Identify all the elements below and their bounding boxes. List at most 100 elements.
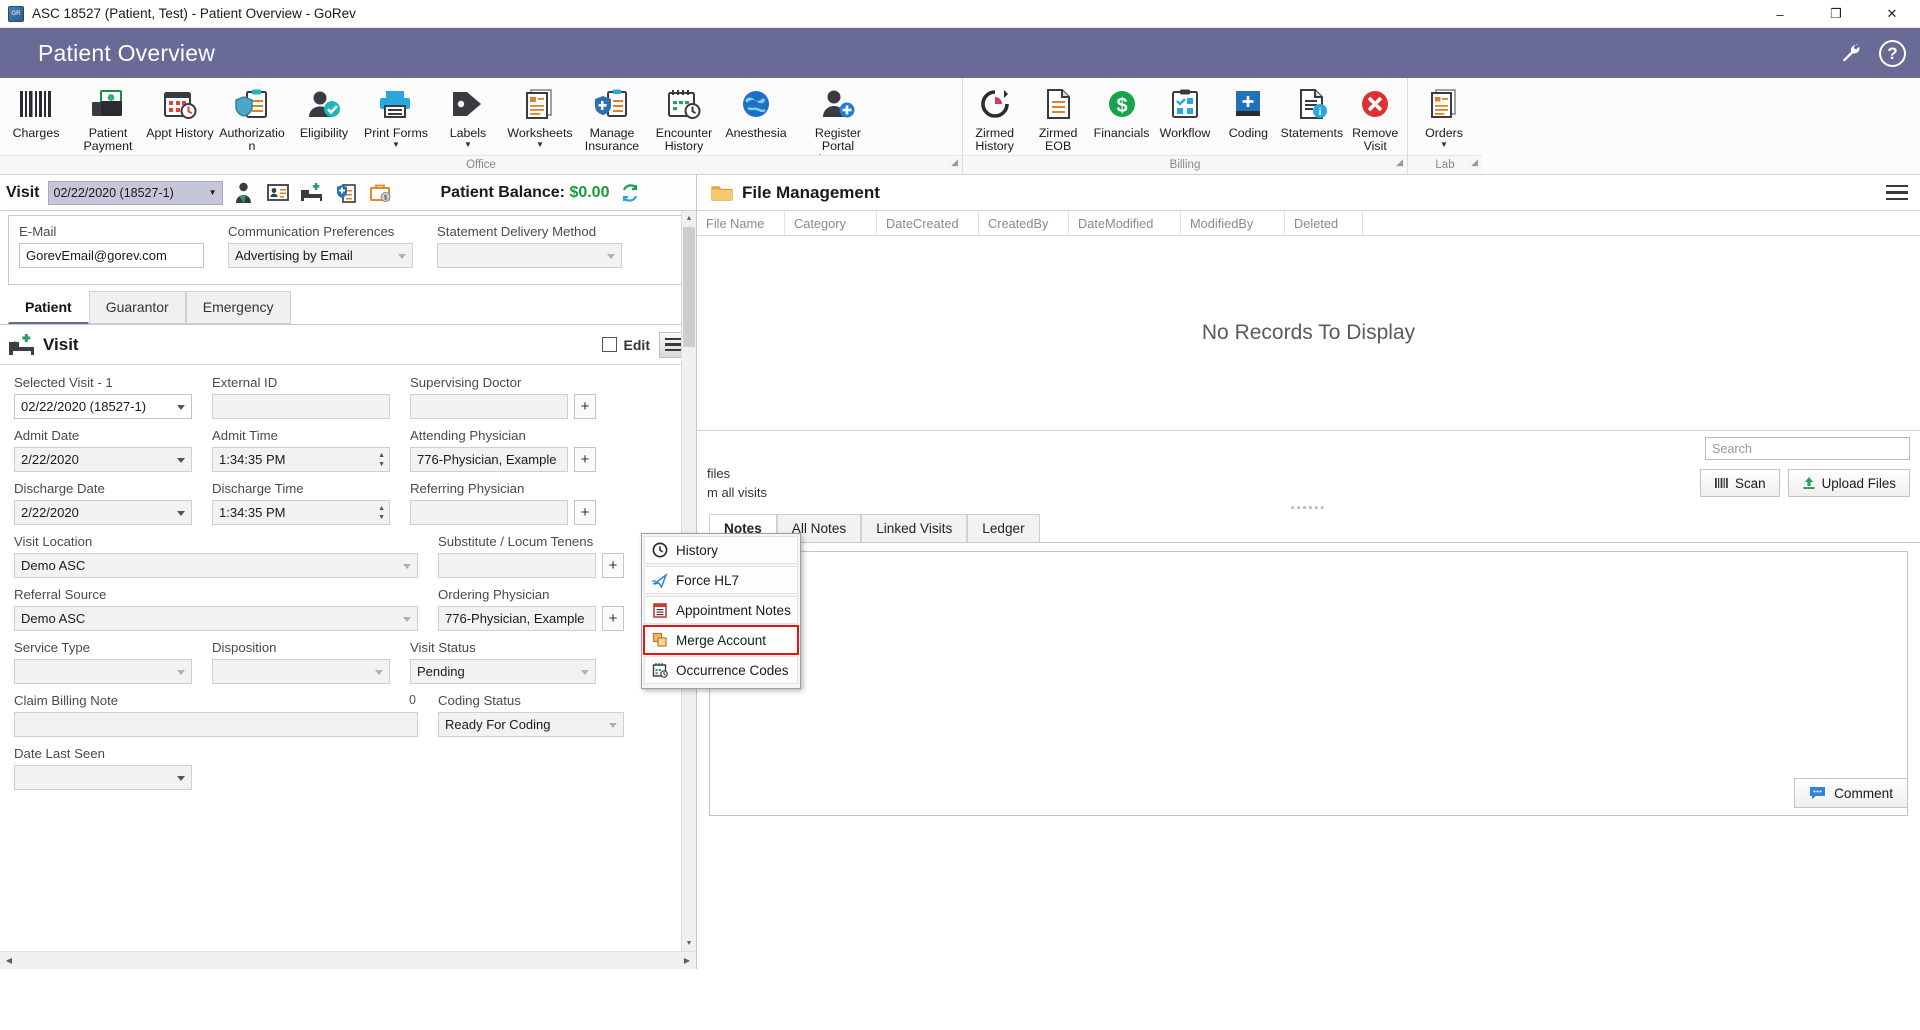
help-icon[interactable]: ? — [1879, 39, 1906, 67]
chevron-down-icon[interactable]: ▼ — [536, 140, 544, 149]
chevron-down-icon[interactable]: ▼ — [464, 140, 472, 149]
chevron-down-icon[interactable]: ▼ — [1440, 140, 1448, 149]
file-management-menu-button[interactable] — [1886, 184, 1908, 201]
dialog-launcher-icon[interactable]: ◢ — [1396, 153, 1403, 172]
vertical-scroll-thumb[interactable] — [683, 227, 695, 347]
statement-delivery-combo[interactable] — [437, 243, 622, 268]
upload-files-button[interactable]: Upload Files — [1787, 469, 1910, 497]
discharge-date-input[interactable]: 2/22/2020 — [14, 500, 192, 525]
ribbon-button-print-forms[interactable]: Print Forms ▼ — [360, 78, 432, 149]
visit-status-combo[interactable]: Pending — [410, 659, 596, 684]
referral-source-combo[interactable]: Demo ASC — [14, 606, 418, 631]
ribbon-button-charges[interactable]: Charges — [0, 78, 72, 140]
scan-button[interactable]: Scan — [1700, 469, 1780, 497]
date-last-seen-combo[interactable] — [14, 765, 192, 790]
ribbon-button-workflow[interactable]: Workflow — [1153, 78, 1216, 140]
scroll-down-icon[interactable]: ▼ — [682, 936, 696, 951]
ribbon-button-manage-insurance[interactable]: Manage Insurance — [576, 78, 648, 153]
add-attending-physician-button[interactable]: + — [574, 447, 596, 472]
tab-linked-visits[interactable]: Linked Visits — [861, 514, 968, 542]
visit-selector-combo[interactable]: 02/22/2020 (18527-1) ▼ — [47, 180, 223, 205]
chevron-down-icon[interactable]: ▼ — [392, 140, 400, 149]
column-header-file-name[interactable]: File Name — [697, 211, 785, 235]
ribbon-button-remove-visit[interactable]: Remove Visit ▼ — [1344, 78, 1407, 162]
column-header-datemodified[interactable]: DateModified — [1069, 211, 1181, 235]
ribbon-button-statements[interactable]: i Statements — [1280, 78, 1343, 140]
selected-visit-combo[interactable]: 02/22/2020 (18527-1) — [14, 394, 192, 419]
ribbon-button-labels[interactable]: Labels ▼ — [432, 78, 504, 149]
tab-emergency[interactable]: Emergency — [185, 291, 291, 324]
ribbon-button-appt-history[interactable]: Appt History — [144, 78, 216, 140]
coding-status-combo[interactable]: Ready For Coding — [438, 712, 624, 737]
tab-patient[interactable]: Patient — [8, 291, 89, 324]
menu-item-occurrence-codes[interactable]: Occurrence Codes — [644, 656, 798, 684]
ribbon-button-financials[interactable]: $ Financials — [1090, 78, 1153, 140]
ribbon-button-anesthesia[interactable]: Anesthesia — [720, 78, 792, 140]
supervising-doctor-input[interactable] — [410, 394, 568, 419]
attending-physician-input[interactable]: 776-Physician, Example — [410, 447, 568, 472]
edit-checkbox[interactable] — [601, 337, 617, 352]
email-field[interactable]: GorevEmail@gorev.com — [19, 243, 204, 268]
column-header-modifiedby[interactable]: ModifiedBy — [1181, 211, 1285, 235]
tab-ledger[interactable]: Ledger — [967, 514, 1040, 542]
left-pane-horizontal-scrollbar[interactable]: ◀ ▶ — [0, 951, 696, 969]
ribbon-button-zirmed-eob[interactable]: Zirmed EOB — [1026, 78, 1089, 153]
menu-item-force-hl7[interactable]: Force HL7 — [644, 566, 798, 594]
spinner-icon[interactable]: ▲ ▼ — [378, 504, 385, 522]
menu-item-history[interactable]: History — [644, 536, 798, 564]
edit-checkbox-wrap[interactable]: Edit — [601, 337, 650, 353]
service-type-combo[interactable] — [14, 659, 192, 684]
close-button[interactable]: ✕ — [1864, 0, 1920, 28]
referring-physician-input[interactable] — [410, 500, 568, 525]
briefcase-dollar-icon[interactable]: $ — [367, 180, 393, 206]
refresh-icon[interactable] — [617, 180, 643, 206]
dialog-launcher-icon[interactable]: ◢ — [1471, 153, 1478, 172]
ribbon-button-patient-payment[interactable]: Patient Payment — [72, 78, 144, 153]
scroll-right-icon[interactable]: ▶ — [680, 956, 694, 965]
ribbon-button-zirmed-history[interactable]: Zirmed History — [963, 78, 1026, 153]
splitter-gripper[interactable]: ▪▪▪▪▪▪ — [697, 502, 1920, 514]
external-id-input[interactable] — [212, 394, 390, 419]
column-header-deleted[interactable]: Deleted — [1285, 211, 1363, 235]
disposition-combo[interactable] — [212, 659, 390, 684]
column-header-datecreated[interactable]: DateCreated — [877, 211, 979, 235]
notes-textarea[interactable] — [709, 551, 1908, 816]
id-card-icon[interactable] — [265, 180, 291, 206]
scroll-left-icon[interactable]: ◀ — [2, 956, 16, 965]
ribbon-button-eligibility[interactable]: Eligibility — [288, 78, 360, 140]
insurance-clipboard-icon[interactable] — [333, 180, 359, 206]
substitute-locum-input[interactable] — [438, 553, 596, 578]
scroll-up-icon[interactable]: ▲ — [682, 211, 696, 226]
add-referring-physician-button[interactable]: + — [574, 500, 596, 525]
ribbon-button-orders[interactable]: Orders ▼ — [1408, 78, 1480, 149]
ordering-physician-input[interactable]: 776-Physician, Example — [438, 606, 596, 631]
minimize-button[interactable]: – — [1752, 0, 1808, 28]
search-input[interactable]: Search — [1705, 437, 1910, 460]
ribbon-button-authorization[interactable]: Authorization — [216, 78, 288, 153]
menu-item-appointment-notes[interactable]: Appointment Notes — [644, 596, 798, 624]
bed-icon[interactable] — [299, 180, 325, 206]
add-ordering-physician-button[interactable]: + — [602, 606, 624, 631]
add-supervising-doctor-button[interactable]: + — [574, 394, 596, 419]
spinner-icon[interactable]: ▲ ▼ — [378, 451, 385, 469]
ribbon-button-register-portal-account[interactable]: Register Portal Account — [792, 78, 884, 166]
wrench-icon[interactable] — [1837, 41, 1861, 65]
ribbon-button-encounter-history[interactable]: Encounter History — [648, 78, 720, 153]
dialog-launcher-icon[interactable]: ◢ — [951, 153, 958, 172]
discharge-time-input[interactable]: 1:34:35 PM ▲ ▼ — [212, 500, 390, 525]
admit-time-input[interactable]: 1:34:35 PM ▲ ▼ — [212, 447, 390, 472]
menu-item-merge-account[interactable]: Merge Account — [643, 625, 799, 655]
claim-billing-note-input[interactable] — [14, 712, 418, 737]
admit-date-input[interactable]: 2/22/2020 — [14, 447, 192, 472]
tab-guarantor[interactable]: Guarantor — [88, 291, 186, 324]
ribbon-button-worksheets[interactable]: Worksheets ▼ — [504, 78, 576, 149]
visit-location-combo[interactable]: Demo ASC — [14, 553, 418, 578]
column-header-createdby[interactable]: CreatedBy — [979, 211, 1069, 235]
ribbon-button-coding[interactable]: Coding — [1217, 78, 1280, 140]
column-header-category[interactable]: Category — [785, 211, 877, 235]
comment-button[interactable]: Comment — [1794, 778, 1908, 808]
communication-preferences-combo[interactable]: Advertising by Email — [228, 243, 413, 268]
maximize-button[interactable]: ❐ — [1808, 0, 1864, 28]
add-substitute-locum-button[interactable]: + — [602, 553, 624, 578]
patient-icon[interactable] — [231, 180, 257, 206]
